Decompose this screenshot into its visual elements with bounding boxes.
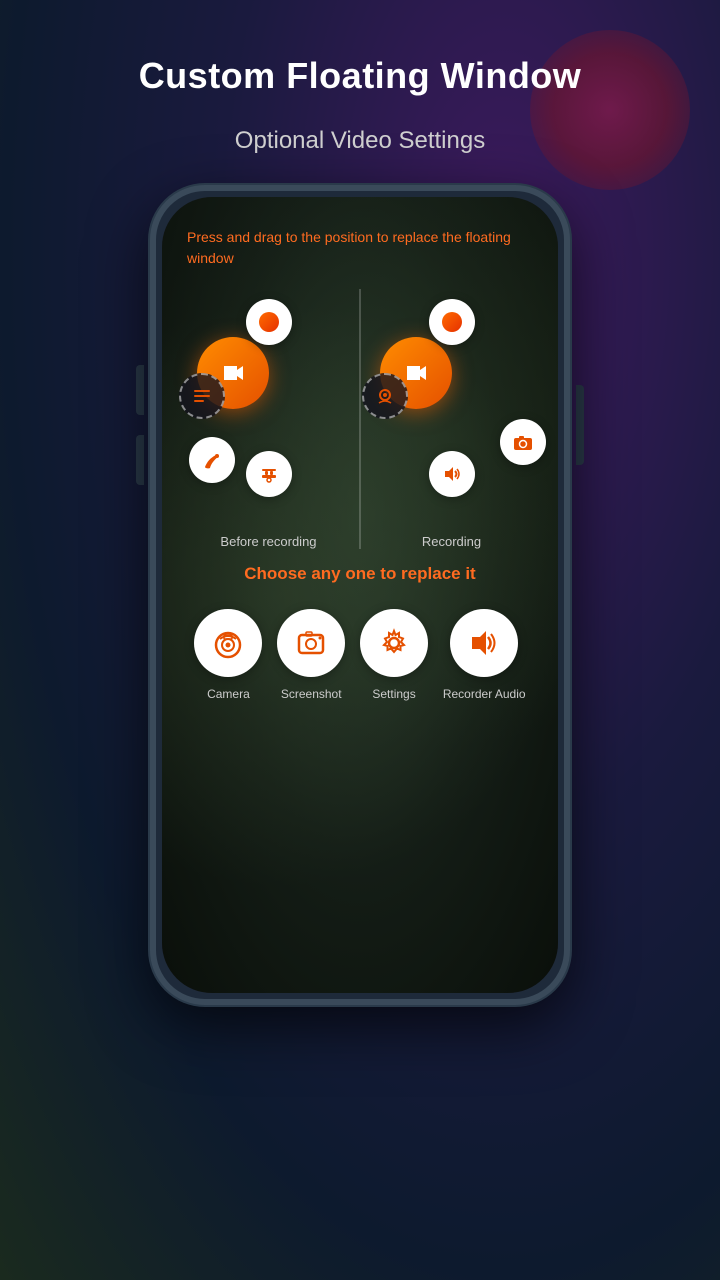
tools-icon-before (258, 463, 280, 485)
record-button-before[interactable] (246, 299, 292, 345)
bottom-camera-icon (210, 625, 246, 661)
phone-side-button-3 (576, 385, 584, 465)
brush-icon-before (202, 450, 222, 470)
floating-controls-area: Before recording (177, 289, 543, 549)
phone-mockup: Press and drag to the position to replac… (150, 185, 570, 1005)
camera-button-recording[interactable] (500, 419, 546, 465)
bottom-icons-row: Camera (177, 609, 543, 701)
screen-content: Press and drag to the position to replac… (162, 197, 558, 993)
bottom-icon-screenshot-circle[interactable] (277, 609, 345, 677)
bottom-icon-recorder-audio-circle[interactable] (450, 609, 518, 677)
record-button-recording[interactable] (429, 299, 475, 345)
camera-icon-recording (512, 431, 534, 453)
phone-side-button-1 (136, 365, 144, 415)
webcam-button-recording[interactable] (362, 373, 408, 419)
video-camera-icon-before (219, 359, 247, 387)
tools-button-before[interactable] (246, 451, 292, 497)
bottom-icon-recorder-audio[interactable]: Recorder Audio (443, 609, 526, 701)
bottom-recorder-audio-icon (466, 625, 502, 661)
bottom-icon-camera-circle[interactable] (194, 609, 262, 677)
choose-text: Choose any one to replace it (244, 564, 475, 584)
sound-icon-recording (441, 463, 463, 485)
list-icon-before (191, 385, 213, 407)
list-button-before[interactable] (179, 373, 225, 419)
phone-frame: Press and drag to the position to replac… (150, 185, 570, 1005)
bottom-settings-label: Settings (372, 687, 415, 701)
bottom-icon-settings[interactable]: Settings (360, 609, 428, 701)
brush-button-before[interactable] (189, 437, 235, 483)
bottom-settings-icon (376, 625, 412, 661)
recording-cluster (352, 289, 552, 524)
page-content: Custom Floating Window Optional Video Se… (0, 0, 720, 1280)
record-dot-icon-recording (442, 312, 462, 332)
page-title: Custom Floating Window (139, 55, 582, 97)
page-subtitle: Optional Video Settings (235, 127, 485, 155)
bottom-recorder-audio-label: Recorder Audio (443, 687, 526, 701)
bottom-camera-label: Camera (207, 687, 250, 701)
bottom-icon-screenshot[interactable]: Screenshot (277, 609, 345, 701)
bottom-screenshot-icon (293, 625, 329, 661)
bottom-screenshot-label: Screenshot (281, 687, 342, 701)
before-recording-label: Before recording (220, 534, 316, 549)
press-drag-instruction: Press and drag to the position to replac… (177, 227, 543, 269)
webcam-icon-recording (374, 385, 396, 407)
phone-side-button-2 (136, 435, 144, 485)
video-camera-icon-recording (402, 359, 430, 387)
record-dot-icon-before (259, 312, 279, 332)
before-recording-cluster (169, 289, 369, 524)
before-recording-group: Before recording (181, 289, 357, 549)
bottom-icon-settings-circle[interactable] (360, 609, 428, 677)
recording-group: Recording (364, 289, 540, 549)
sound-button-recording[interactable] (429, 451, 475, 497)
bottom-icon-camera[interactable]: Camera (194, 609, 262, 701)
recording-label: Recording (422, 534, 481, 549)
phone-screen: Press and drag to the position to replac… (162, 197, 558, 993)
